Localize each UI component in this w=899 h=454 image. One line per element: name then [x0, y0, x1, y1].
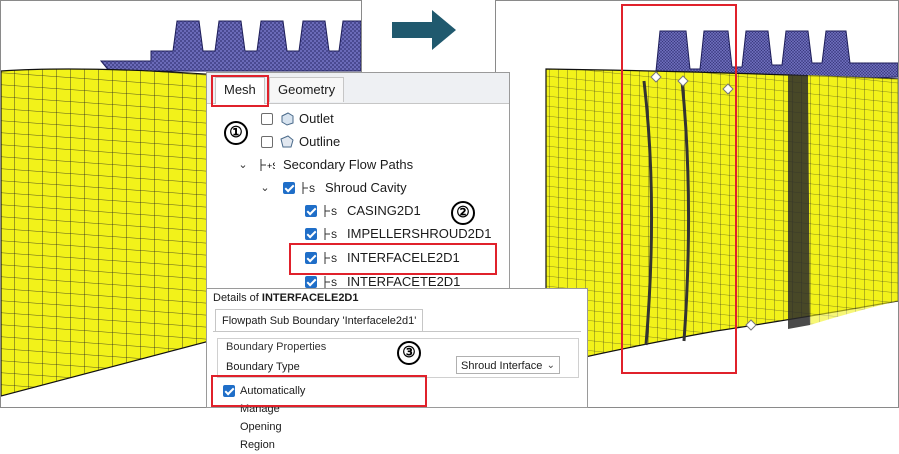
mesh-tab-highlight	[211, 75, 269, 107]
outlet-checkbox[interactable]	[261, 113, 273, 125]
details-header: Details of INTERFACELE2D1	[213, 292, 359, 304]
shroud-cavity-checkbox[interactable]	[283, 182, 295, 194]
chevron-down-icon[interactable]: ⌄	[237, 155, 249, 175]
tree-item-label: INTERFACETE2D1	[347, 274, 461, 289]
tab-flowpath-sub-boundary[interactable]: Flowpath Sub Boundary 'Interfacele2d1'	[215, 309, 424, 332]
svg-text:+S: +S	[267, 161, 275, 171]
interfacete2d1-checkbox[interactable]	[305, 276, 317, 288]
tree-item-outline[interactable]: Outline	[207, 132, 507, 152]
outlet-icon	[281, 112, 294, 126]
boundary-type-value: Shroud Interface	[461, 360, 543, 372]
boundary-type-label: Boundary Type	[226, 361, 300, 373]
tree-item-outlet[interactable]: Outlet	[207, 109, 507, 129]
tree-item-label: CASING2D1	[347, 203, 421, 218]
group-title: Boundary Properties	[226, 341, 327, 353]
svg-text:S: S	[309, 184, 315, 194]
callout-3: ③	[397, 341, 421, 365]
chevron-down-icon[interactable]: ⌄	[259, 178, 271, 198]
details-panel: Details of INTERFACELE2D1 Flowpath Sub B…	[206, 288, 588, 451]
callout-2: ②	[451, 201, 475, 225]
svg-text:S: S	[331, 207, 337, 217]
tree-item-label: IMPELLERSHROUD2D1	[347, 226, 492, 241]
chevron-down-icon: ⌄	[546, 360, 555, 371]
outline-checkbox[interactable]	[261, 136, 273, 148]
transition-arrow-icon	[392, 10, 456, 50]
tree-item-interfacete2d1[interactable]: S INTERFACETE2D1	[207, 272, 507, 289]
tree-item-label: Shroud Cavity	[325, 180, 407, 195]
svg-text:S: S	[331, 278, 337, 288]
tab-geometry[interactable]: Geometry	[269, 77, 345, 102]
auto-manage-highlight	[211, 375, 427, 407]
tree-item-shroud-cavity[interactable]: ⌄ S Shroud Cavity	[207, 178, 507, 198]
tree-item-impellershroud2d1[interactable]: S IMPELLERSHROUD2D1	[207, 224, 507, 244]
flow-path-icon: S	[324, 276, 337, 288]
tree-item-label: Outlet	[299, 111, 334, 126]
flow-path-icon: +S	[260, 159, 275, 171]
details-header-prefix: Details of	[213, 292, 259, 304]
outline-icon	[280, 135, 294, 148]
impellershroud2d1-checkbox[interactable]	[305, 228, 317, 240]
svg-text:S: S	[331, 230, 337, 240]
interfacele2d1-highlight	[289, 243, 497, 275]
flow-path-icon: S	[324, 228, 337, 240]
callout-1: ①	[224, 121, 248, 145]
details-header-name: INTERFACELE2D1	[261, 292, 359, 304]
tree-item-label: Secondary Flow Paths	[283, 157, 414, 172]
mesh-tree-panel: Mesh Geometry Outlet Outline ⌄ +S Second…	[206, 72, 510, 289]
tree-item-label: Outline	[299, 134, 341, 149]
tree-item-secondary-flow-paths[interactable]: ⌄ +S Secondary Flow Paths	[207, 155, 507, 175]
boundary-type-select[interactable]: Shroud Interface ⌄	[456, 356, 560, 374]
casing2d1-checkbox[interactable]	[305, 205, 317, 217]
flow-path-icon: S	[324, 205, 337, 217]
flow-path-icon: S	[302, 182, 315, 194]
